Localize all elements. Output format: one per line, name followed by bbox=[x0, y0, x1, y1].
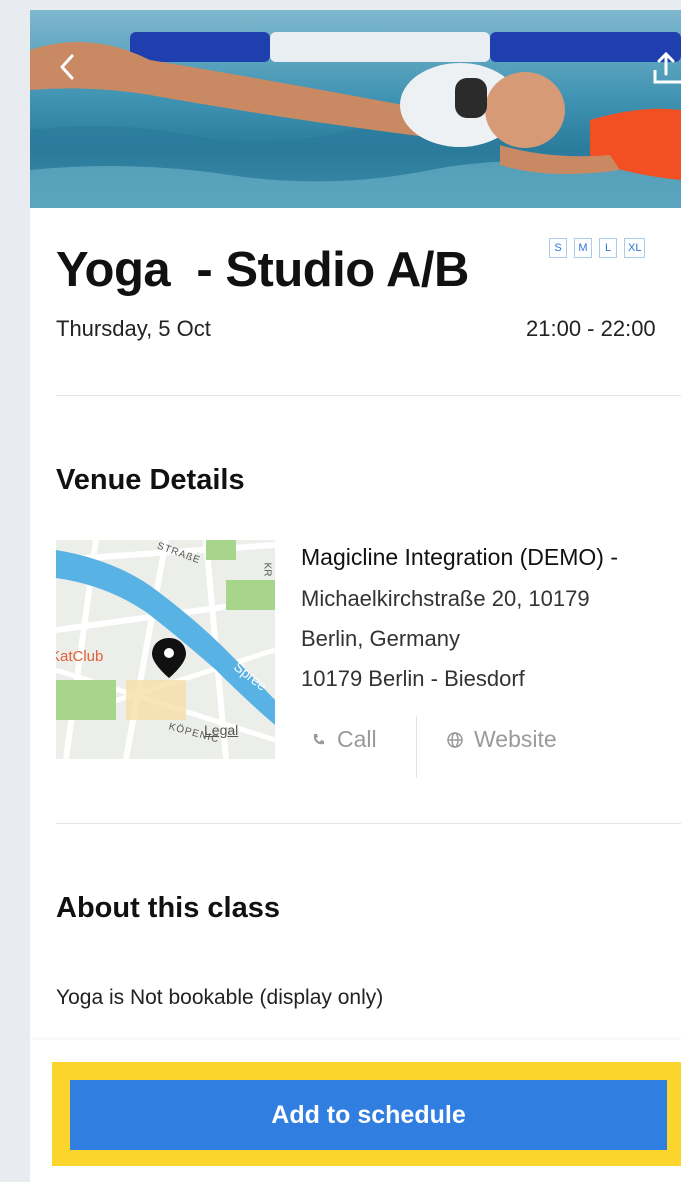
map-poi-label: KatClub bbox=[56, 648, 104, 665]
call-label: Call bbox=[337, 726, 377, 752]
size-chip-l[interactable]: L bbox=[599, 238, 617, 258]
venue-address-line3: 10179 Berlin - Biesdorf bbox=[301, 666, 525, 691]
about-section-title: About this class bbox=[56, 892, 280, 924]
footer-bar: Add to schedule bbox=[30, 1040, 681, 1182]
chevron-left-icon bbox=[60, 54, 74, 80]
website-label: Website bbox=[474, 726, 557, 752]
action-divider bbox=[416, 716, 417, 778]
website-button[interactable]: Website bbox=[446, 726, 557, 753]
venue-section-title: Venue Details bbox=[56, 464, 245, 496]
venue-map[interactable]: STRAßE KR Spree KatClub KÖPENIC Legal bbox=[56, 540, 275, 759]
swimmer-illustration bbox=[30, 32, 681, 208]
add-to-schedule-button[interactable]: Add to schedule bbox=[70, 1080, 667, 1150]
venue-name: Magicline Integration (DEMO) - bbox=[301, 544, 618, 570]
hero-image bbox=[30, 10, 681, 208]
class-date: Thursday, 5 Oct bbox=[56, 316, 211, 341]
venue-address-line2: Berlin, Germany bbox=[301, 626, 460, 651]
back-button[interactable] bbox=[54, 50, 82, 84]
call-button[interactable]: Call bbox=[311, 726, 377, 753]
class-detail-screen: Yoga - Studio A/B S M L XL Thursday, 5 O… bbox=[30, 10, 681, 1182]
about-text: Yoga is Not bookable (display only) bbox=[56, 986, 384, 1009]
map-street-label: KR bbox=[261, 562, 273, 577]
divider bbox=[56, 395, 681, 396]
map-legal-link[interactable]: Legal bbox=[204, 722, 238, 738]
size-chip-m[interactable]: M bbox=[574, 238, 592, 258]
share-icon bbox=[653, 51, 681, 84]
phone-icon bbox=[313, 733, 324, 744]
share-button[interactable] bbox=[651, 50, 681, 86]
size-chip-s[interactable]: S bbox=[549, 238, 567, 258]
globe-icon bbox=[447, 731, 463, 748]
size-options: S M L XL bbox=[549, 238, 646, 258]
class-time: 21:00 - 22:00 bbox=[526, 316, 656, 341]
venue-address-line1: Michaelkirchstraße 20, 10179 bbox=[301, 586, 590, 611]
page-title: Yoga - Studio A/B bbox=[56, 243, 469, 297]
size-chip-xl[interactable]: XL bbox=[624, 238, 646, 258]
divider bbox=[56, 823, 681, 824]
